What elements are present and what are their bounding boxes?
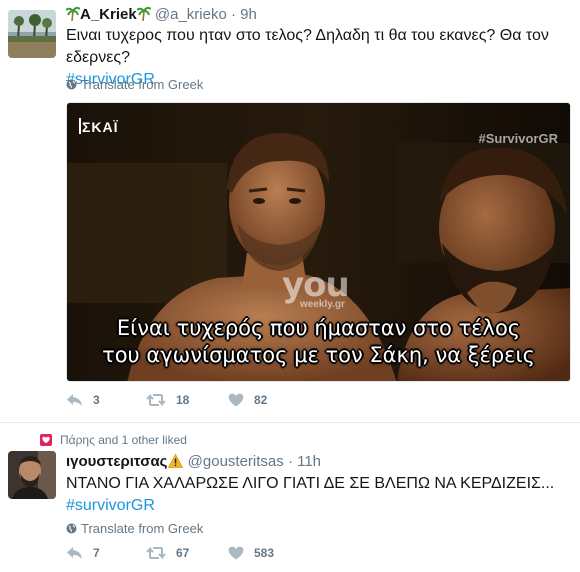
warning-icon [168,453,184,474]
like-count: 583 [254,546,275,560]
globe-icon [66,522,77,534]
tweet[interactable]: A_Kriek @a_krieko · 9h Ειναι τυχερος που… [0,0,580,423]
heart-icon [228,546,244,560]
retweet-button[interactable]: 18 [146,393,189,407]
reply-button[interactable]: 3 [66,393,100,407]
like-count: 82 [254,393,268,407]
subtitle-line: Είναι τυχερός που ήμασταν στο τέλος [116,316,521,340]
user-handle[interactable]: @a_krieko [155,6,227,23]
like-button[interactable]: 583 [228,546,274,560]
like-button[interactable]: 82 [228,393,267,407]
retweet-count: 67 [176,546,190,560]
reply-count: 7 [93,546,100,560]
globe-icon [66,78,77,90]
tweet-header: ιγουστεριτσας @gousteritsas · 11h [66,452,321,474]
reply-icon [67,394,82,406]
display-name[interactable]: ιγουστεριτσας [66,453,167,470]
translate-label: Translate from Greek [81,521,204,536]
tweet-time[interactable]: 9h [240,6,257,23]
hashtag-link[interactable]: #survivorGR [66,495,571,517]
tweet[interactable]: Πάρης and 1 other liked ιγουστεριτσας @g… [0,423,580,572]
channel-logo: ΣΚΑΪ [79,118,119,135]
retweet-button[interactable]: 67 [146,546,189,560]
avatar[interactable] [8,10,56,58]
social-context-label: Πάρης and 1 other liked [60,433,187,447]
reply-count: 3 [93,393,100,407]
subtitle-line: του αγωνίσματος με τον Σάκη, να ξέρεις [102,343,535,367]
social-context[interactable]: Πάρης and 1 other liked [40,433,187,447]
translate-label: Translate from Greek [81,77,204,92]
retweet-count: 18 [176,393,190,407]
translate-link[interactable]: Translate from Greek [66,77,203,92]
separator-dot: · [230,6,236,23]
user-handle[interactable]: @gousteritsas [188,453,284,470]
palm-tree-icon [135,6,152,27]
tweet-header: A_Kriek @a_krieko · 9h [65,5,257,27]
separator-dot: · [287,453,293,470]
heart-icon [228,393,244,407]
retweet-icon [146,546,166,560]
palm-tree-icon [65,6,81,27]
tweet-text: ΝΤΑΝΟ ΓΙΑ ΧΑΛΑΡΩΣΕ ΛΙΓΟ ΓΙΑΤΙ ΔΕ ΣΕ ΒΛΕΠ… [66,473,571,517]
display-name[interactable]: A_Kriek [80,6,137,23]
translate-link[interactable]: Translate from Greek [66,521,203,536]
tweet-media-image[interactable]: ΣΚΑΪ #SurvivorGR you weekly.gr Είναι τυχ… [66,102,571,382]
tweet-time[interactable]: 11h [297,453,321,470]
media-hashtag-overlay: #SurvivorGR [478,131,558,146]
reply-button[interactable]: 7 [66,546,100,560]
heart-badge-icon [40,434,52,446]
avatar[interactable] [8,451,56,499]
reply-icon [67,547,82,559]
watermark-sub: weekly.gr [300,299,345,310]
tweet-body: Ειναι τυχερος που ηταν στο τελος? Δηλαδη… [66,27,549,66]
retweet-icon [146,393,166,407]
tweet-body: ΝΤΑΝΟ ΓΙΑ ΧΑΛΑΡΩΣΕ ΛΙΓΟ ΓΙΑΤΙ ΔΕ ΣΕ ΒΛΕΠ… [66,475,555,492]
